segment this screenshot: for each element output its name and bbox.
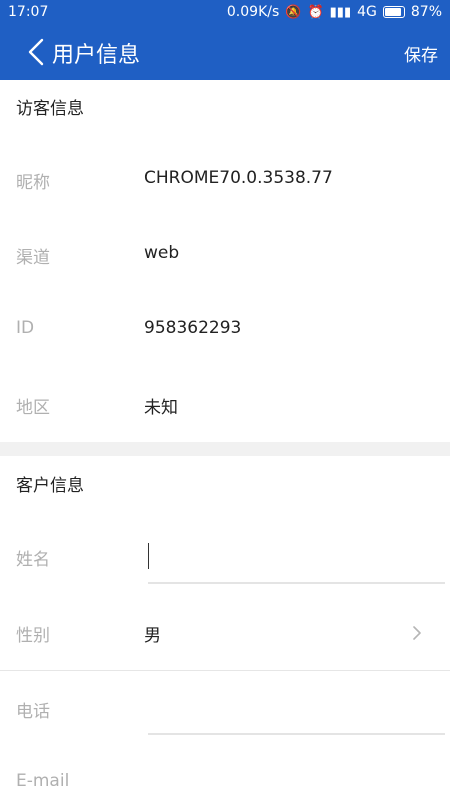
visitor-section-title: 访客信息 [16, 99, 84, 119]
battery-icon [382, 6, 405, 18]
gender-value: 男 [144, 626, 161, 646]
page-title: 用户信息 [52, 43, 141, 68]
region-label: 地区 [16, 398, 50, 418]
id-label: ID [16, 318, 35, 338]
save-button[interactable]: 保存 [404, 41, 438, 66]
gender-divider [0, 670, 450, 671]
signal-icon: ▮▮▮ [329, 4, 352, 20]
phone-input[interactable] [148, 733, 445, 735]
name-input[interactable] [148, 582, 445, 584]
name-label: 姓名 [16, 550, 50, 570]
nickname-label: 昵称 [16, 173, 50, 193]
status-bar: 17:07 0.09K/s 🔕 ⏰ ▮▮▮ 4G 87% [0, 0, 450, 25]
mute-icon: 🔕 [285, 4, 302, 20]
alarm-icon: ⏰ [307, 4, 324, 20]
channel-value: web [144, 243, 180, 263]
region-value: 未知 [144, 398, 178, 418]
customer-section-title: 客户信息 [16, 476, 84, 496]
name-input-caret [148, 543, 149, 569]
id-value: 958362293 [144, 318, 242, 338]
section-separator [0, 442, 450, 456]
back-icon[interactable] [26, 38, 46, 66]
phone-label: 电话 [16, 702, 50, 722]
email-label: E-mail [16, 771, 70, 791]
nickname-value: CHROME70.0.3538.77 [144, 168, 333, 188]
channel-label: 渠道 [16, 248, 50, 268]
chevron-right-icon[interactable] [412, 625, 422, 641]
app-bar: 用户信息 保存 [0, 25, 450, 80]
battery-level: 87% [410, 4, 442, 20]
status-time: 17:07 [8, 4, 49, 20]
status-right: 0.09K/s 🔕 ⏰ ▮▮▮ 4G 87% [227, 4, 442, 20]
network-speed: 0.09K/s [226, 4, 280, 20]
gender-label: 性别 [16, 626, 50, 646]
network-type: 4G [357, 4, 377, 20]
